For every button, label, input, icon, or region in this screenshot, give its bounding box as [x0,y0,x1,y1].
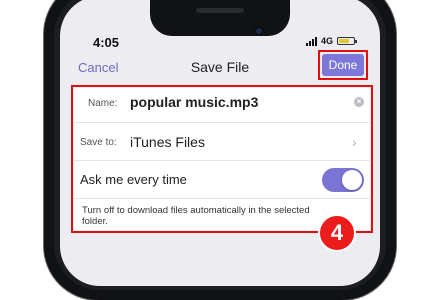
page-title: Save File [190,59,250,75]
network-type: 4G [321,36,334,46]
status-time: 4:05 [92,35,120,50]
done-button[interactable]: Done [322,54,364,76]
battery-icon [337,37,358,45]
cancel-button[interactable]: Cancel [78,60,118,75]
phone-notch [150,0,290,36]
signal-icon [306,36,317,46]
status-indicators: 4G [306,36,358,46]
step-number-badge: 4 [318,214,356,252]
options-highlight-box [71,85,373,233]
front-camera-icon [254,26,264,36]
speaker-grille [196,8,244,13]
